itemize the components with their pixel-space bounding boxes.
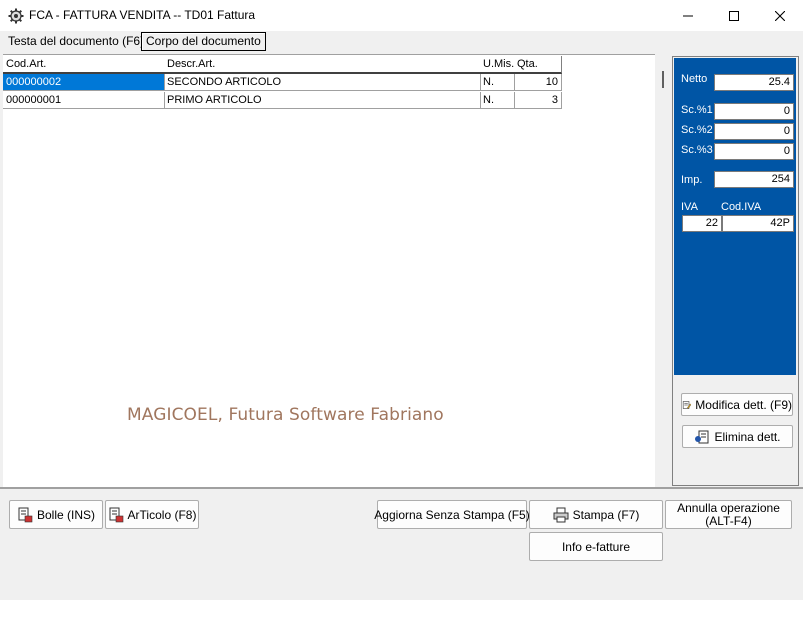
cell-umis[interactable]: N. [480, 74, 515, 91]
minimize-icon [683, 15, 693, 16]
netto-label: Netto [681, 73, 708, 85]
annulla-operazione-button[interactable]: Annulla operazione (ALT-F4) [665, 500, 792, 529]
sc1-label: Sc.%1 [681, 104, 713, 116]
imp-field[interactable]: 254 [714, 171, 794, 188]
imp-label: Imp. [681, 174, 703, 186]
totals-panel: Netto 25.4 Sc.%1 0 Sc.%2 0 Sc.%3 0 Imp. … [674, 58, 796, 375]
tab-strip: Testa del documento (F6) Corpo del docum… [0, 32, 803, 52]
annulla-label-line1: Annulla operazione [677, 500, 780, 515]
elimina-dettaglio-label: Elimina dett. [714, 429, 781, 444]
info-efatture-label: Info e-fatture [561, 539, 631, 554]
sc2-field[interactable]: 0 [714, 123, 794, 140]
articolo-label: ArTicolo (F8) [127, 507, 197, 522]
stampa-label: Stampa (F7) [572, 507, 640, 522]
title-bar: FCA - FATTURA VENDITA -- TD01 Fattura [0, 0, 803, 31]
app-gear-icon [8, 8, 24, 24]
sc3-field[interactable]: 0 [714, 143, 794, 160]
sc3-label: Sc.%3 [681, 144, 713, 156]
tab-corpo-documento[interactable]: Corpo del documento [141, 32, 266, 51]
printer-icon [553, 507, 569, 522]
document-print-icon [18, 507, 33, 522]
column-header-qta[interactable]: Qta. [514, 56, 562, 74]
scrollbar-thumb[interactable] [662, 71, 664, 88]
codiva-label: Cod.IVA [721, 201, 762, 213]
codiva-field[interactable]: 42P [722, 215, 794, 232]
sc1-field[interactable]: 0 [714, 103, 794, 120]
column-header-umis[interactable]: U.Mis. [480, 56, 515, 74]
bolle-label: Bolle (INS) [36, 507, 95, 522]
modifica-dettaglio-label: Modifica dett. (F9) [695, 397, 792, 412]
iva-field[interactable]: 22 [682, 215, 722, 232]
sc2-label: Sc.%2 [681, 124, 713, 136]
iva-label: IVA [681, 201, 698, 213]
modifica-dettaglio-button[interactable]: Modifica dett. (F9) [681, 393, 793, 416]
info-efatture-button[interactable]: Info e-fatture [529, 532, 663, 561]
cell-descr-art[interactable]: SECONDO ARTICOLO [164, 74, 481, 91]
stampa-button[interactable]: Stampa (F7) [529, 500, 663, 529]
cell-qta[interactable]: 3 [514, 92, 562, 109]
close-icon [775, 10, 785, 21]
column-header-cod-art[interactable]: Cod.Art. [3, 56, 165, 74]
grid-scrollbar[interactable] [656, 54, 670, 487]
maximize-button[interactable] [711, 0, 757, 31]
elimina-dettaglio-button[interactable]: Elimina dett. [682, 425, 793, 448]
bolle-button[interactable]: Bolle (INS) [9, 500, 103, 529]
tab-testa-documento[interactable]: Testa del documento (F6) [4, 33, 148, 50]
netto-field[interactable]: 25.4 [714, 74, 794, 91]
cell-cod-art[interactable]: 000000002 [3, 74, 165, 91]
cell-cod-art[interactable]: 000000001 [3, 92, 165, 109]
cell-descr-art[interactable]: PRIMO ARTICOLO [164, 92, 481, 109]
watermark-text: MAGICOEL, Futura Software Fabriano [127, 405, 444, 425]
window-title: FCA - FATTURA VENDITA -- TD01 Fattura [29, 8, 256, 22]
delete-document-icon [695, 430, 709, 443]
annulla-label-line2: (ALT-F4) [705, 513, 752, 528]
aggiorna-senza-stampa-button[interactable]: Aggiorna Senza Stampa (F5) [374, 500, 530, 529]
minimize-button[interactable] [665, 0, 711, 31]
edit-document-icon [682, 400, 692, 409]
aggiorna-label: Aggiorna Senza Stampa (F5) [374, 507, 530, 522]
fattura-window: FCA - FATTURA VENDITA -- TD01 Fattura Te… [0, 0, 803, 600]
maximize-icon [729, 10, 739, 21]
articolo-button[interactable]: ArTicolo (F8) [105, 500, 199, 529]
column-header-descr-art[interactable]: Descr.Art. [164, 56, 481, 74]
cell-umis[interactable]: N. [480, 92, 515, 109]
cell-qta[interactable]: 10 [514, 74, 562, 91]
document-print-icon [109, 507, 123, 522]
close-button[interactable] [757, 0, 803, 31]
